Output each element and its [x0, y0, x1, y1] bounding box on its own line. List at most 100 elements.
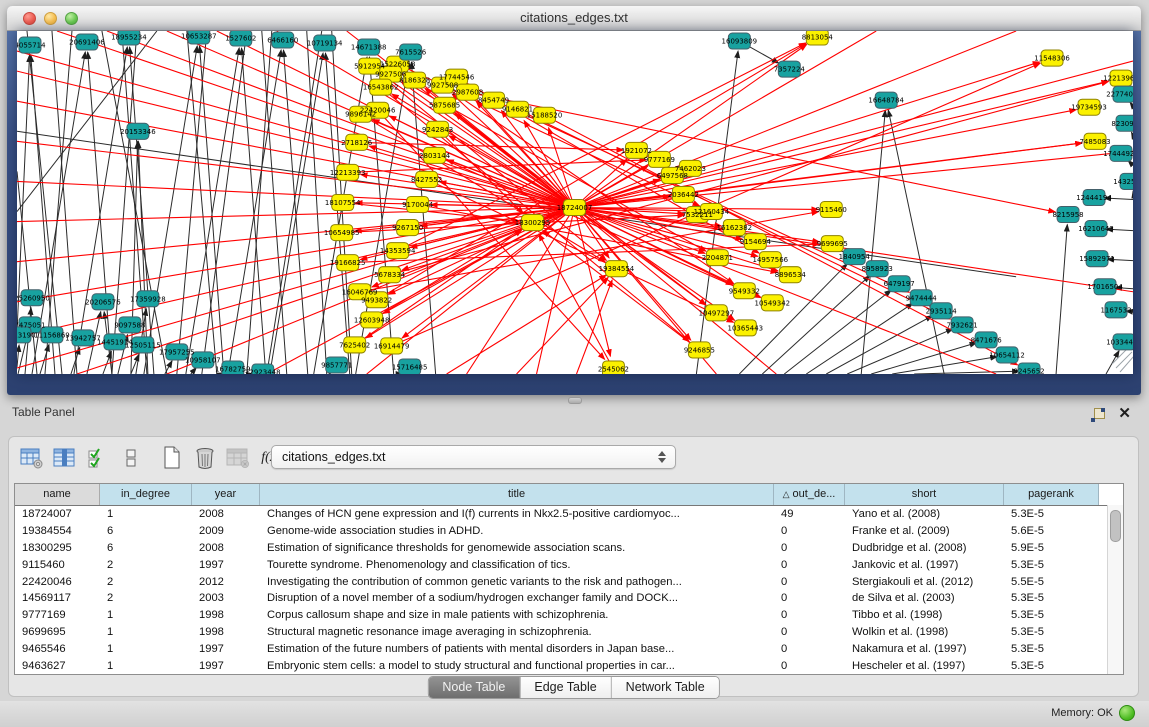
column-header-short[interactable]: short: [845, 484, 1004, 505]
graph-node-label: 15226058: [380, 61, 416, 69]
table-cell: Changes of HCN gene expression and I(f) …: [260, 508, 774, 520]
graph-node-label: 2204871: [702, 254, 733, 262]
table-row[interactable]: 977716911998Corpus callosum shape and si…: [15, 607, 1123, 624]
network-svg[interactable]: 1872400759129541522605899275068186328992…: [17, 31, 1133, 374]
panel-resize-handle[interactable]: [568, 397, 582, 404]
graph-node-label: 7475051: [17, 321, 46, 329]
graph-node-label: 19734593: [1071, 104, 1107, 112]
table-row[interactable]: 2242004622012Investigating the contribut…: [15, 573, 1123, 590]
graph-node-label: 18107554: [325, 199, 361, 207]
select-columns-button[interactable]: [85, 445, 111, 471]
close-panel-button[interactable]: ✕: [1118, 404, 1131, 422]
table-row[interactable]: 911546021997Tourette syndrome. Phenomeno…: [15, 556, 1123, 573]
table-cell: 1: [100, 508, 192, 520]
table-cell: 5.3E-5: [1004, 626, 1099, 638]
graph-node-label: 17359928: [130, 295, 166, 303]
table-cell: 5.3E-5: [1004, 660, 1099, 672]
table-cell: 9465546: [15, 643, 100, 655]
float-panel-button[interactable]: [1091, 408, 1105, 422]
table-cell: 5.3E-5: [1004, 643, 1099, 655]
table-source-select[interactable]: citations_edges.txt: [271, 445, 676, 469]
graph-node-label: 17957255: [159, 348, 195, 356]
table-row[interactable]: 1830029562008Estimation of significance …: [15, 540, 1123, 557]
graph-edge: [1056, 225, 1067, 374]
graph-node-label: 14325110: [1113, 178, 1133, 186]
graph-node-label: 5875685: [429, 102, 460, 110]
table-cell: Stergiakouli et al. (2012): [845, 576, 1004, 588]
graph-node-label: 8454749: [478, 97, 509, 105]
graph-node-label: 8958923: [862, 265, 893, 273]
delete-column-button[interactable]: [192, 445, 218, 471]
table-cell: 22420046: [15, 576, 100, 588]
table-toolbar: f(x): [19, 443, 284, 473]
table-cell: 6: [100, 525, 192, 537]
graph-node-label: 18724007: [557, 204, 593, 212]
show-column-button[interactable]: [52, 445, 78, 471]
vertical-scrollbar[interactable]: [1107, 505, 1123, 674]
table-cell: 5.6E-5: [1004, 525, 1099, 537]
graph-node-label: 2803144: [419, 152, 451, 160]
graph-node-label: 4055714: [17, 42, 46, 50]
column-header-out_de[interactable]: △out_de...: [774, 484, 845, 505]
graph-node-label: 8186328: [399, 77, 430, 85]
graph-node-label: 16648784: [868, 97, 904, 105]
graph-node-label: 9097588: [114, 321, 145, 329]
table-cell: Embryonic stem cells: a model to study s…: [260, 660, 774, 672]
graph-node-label: 16046769: [342, 288, 378, 296]
table-row[interactable]: 946362711997Embryonic stem cells: a mode…: [15, 657, 1123, 674]
table-cell: Yano et al. (2008): [845, 508, 1004, 520]
table-cell: 14569117: [15, 592, 100, 604]
graph-node-label: 7615526: [395, 49, 427, 57]
column-header-pagerank[interactable]: pagerank: [1004, 484, 1099, 505]
table-row[interactable]: 1938455462009Genome-wide association stu…: [15, 523, 1123, 540]
network-window-titlebar[interactable]: citations_edges.txt: [7, 6, 1141, 31]
table-cell: Tourette syndrome. Phenomenology and cla…: [260, 559, 774, 571]
network-canvas[interactable]: 1872400759129541522605899275068186328992…: [17, 31, 1133, 374]
table-row[interactable]: 946554611997Estimation of the future num…: [15, 640, 1123, 657]
table-cell: 5.3E-5: [1004, 609, 1099, 621]
graph-edge: [17, 141, 575, 207]
tab-network-table[interactable]: Network Table: [612, 677, 719, 698]
tab-node-table[interactable]: Node Table: [428, 677, 520, 698]
table-mode-button[interactable]: [19, 445, 45, 471]
scrollbar-thumb[interactable]: [1110, 510, 1121, 542]
table-cell: 19384554: [15, 525, 100, 537]
graph-node-label: 2545062: [598, 365, 629, 373]
graph-edge: [575, 44, 807, 207]
graph-node-label: 10654112: [989, 351, 1025, 359]
table-cell: 0: [774, 576, 845, 588]
column-header-year[interactable]: year: [192, 484, 260, 505]
column-header-name[interactable]: name: [15, 484, 100, 505]
new-column-button[interactable]: [159, 445, 185, 471]
graph-edge: [270, 53, 323, 374]
table-cell: 9463627: [15, 660, 100, 672]
tab-edge-table[interactable]: Edge Table: [520, 677, 611, 698]
graph-edge: [575, 81, 1109, 207]
resize-grip-icon: [1116, 352, 1132, 368]
table-row[interactable]: 1872400712008Changes of HCN gene express…: [15, 506, 1123, 523]
table-cell: 1: [100, 643, 192, 655]
table-cell: 1997: [192, 643, 260, 655]
table-cell: 5.3E-5: [1004, 559, 1099, 571]
row-height-button[interactable]: [118, 445, 144, 471]
table-row[interactable]: 1456911722003Disruption of a novel membe…: [15, 590, 1123, 607]
graph-node-label: 9245652: [1014, 367, 1045, 374]
table-cell: Wolkin et al. (1998): [845, 626, 1004, 638]
table-cell: 2012: [192, 576, 260, 588]
column-header-in_degree[interactable]: in_degree: [100, 484, 192, 505]
graph-node-label: 15188520: [527, 112, 563, 120]
delete-table-button[interactable]: [225, 445, 251, 471]
table-panel-title: Table Panel: [12, 405, 75, 419]
column-header-title[interactable]: title: [260, 484, 774, 505]
graph-node-label: 2987608: [452, 89, 483, 97]
graph-node-label: 10958107: [185, 356, 221, 364]
table-row[interactable]: 969969511998Structural magnetic resonanc…: [15, 624, 1123, 641]
table-cell: 18724007: [15, 508, 100, 520]
graph-node-label: 7485083: [1079, 138, 1110, 146]
table-cell: 2008: [192, 542, 260, 554]
status-bar: Memory: OK: [0, 701, 1149, 727]
table-cell: Jankovic et al. (1997): [845, 559, 1004, 571]
table-cell: 9777169: [15, 609, 100, 621]
graph-node-label: 10365443: [728, 324, 764, 332]
memory-status-icon[interactable]: [1119, 705, 1135, 721]
